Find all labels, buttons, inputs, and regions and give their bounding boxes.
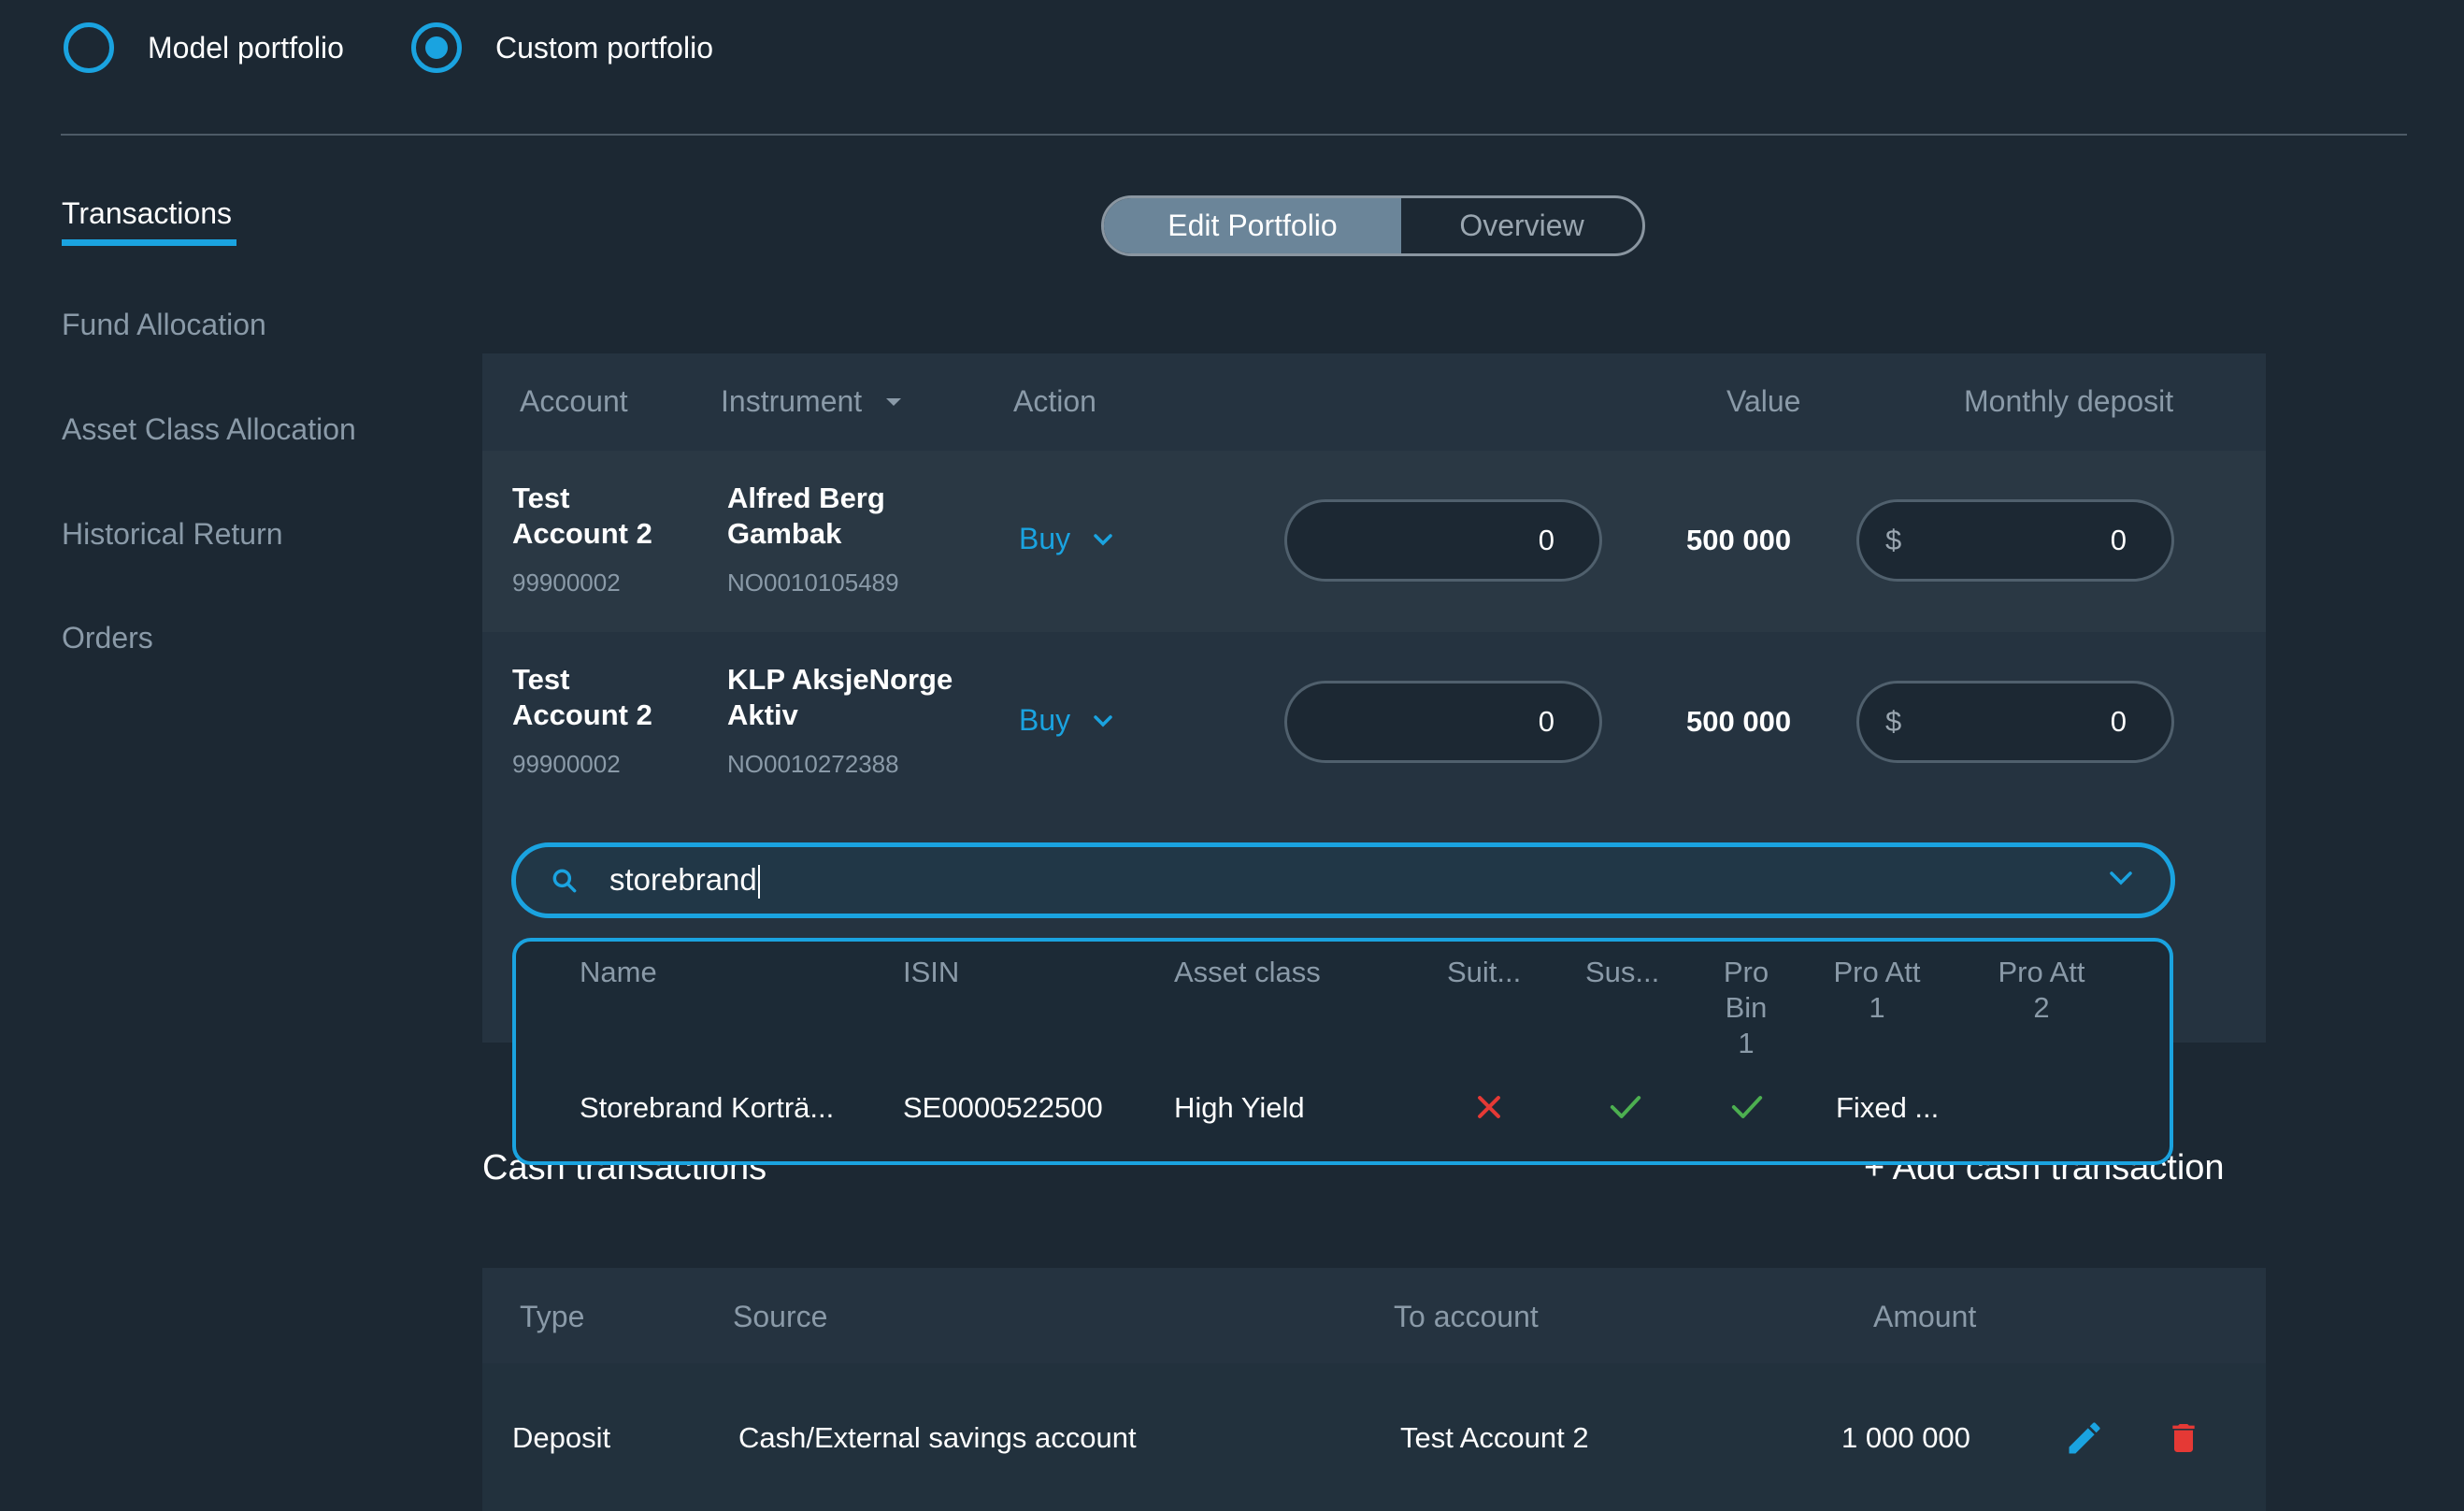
sort-caret-icon	[886, 397, 902, 406]
cash-type: Deposit	[512, 1421, 611, 1454]
column-header-account: Account	[520, 384, 628, 418]
instrument-name-line: Alfred Berg	[727, 482, 885, 514]
instrument-isin: NO0010272388	[727, 750, 899, 778]
search-query: storebrand	[609, 862, 760, 899]
divider	[61, 134, 2407, 136]
monthly-deposit-value: 0	[2110, 705, 2127, 738]
chevron-down-icon	[1094, 533, 1112, 545]
instrument-name-line: Gambak	[727, 517, 842, 550]
results-header-isin: ISIN	[903, 956, 960, 988]
column-header-monthly-deposit: Monthly deposit	[1964, 384, 2174, 418]
account-name: Test Account 2	[512, 662, 652, 733]
amount-input-value: 0	[1538, 524, 1554, 556]
tab-edit-portfolio[interactable]: Edit Portfolio	[1104, 198, 1401, 253]
results-header-asset-class: Asset class	[1174, 956, 1321, 988]
action-select-value: Buy	[1019, 703, 1071, 737]
check-icon	[1610, 1096, 1641, 1118]
cash-amount: 1 000 000	[1841, 1421, 1970, 1454]
chevron-down-icon[interactable]	[2109, 870, 2133, 886]
text-caret	[757, 865, 760, 899]
results-header-pro-att-1: Pro Att 1	[1812, 955, 1942, 1026]
chevron-down-icon	[1094, 714, 1112, 727]
currency-symbol: $	[1885, 524, 1902, 556]
column-header-type: Type	[520, 1300, 585, 1333]
radio-unchecked-icon	[64, 22, 114, 73]
trash-icon	[2172, 1424, 2195, 1452]
results-header-suitability: Suit...	[1447, 956, 1522, 988]
result-pro-att-1: Fixed ...	[1836, 1091, 1940, 1124]
instrument-name-line: KLP AksjeNorge	[727, 663, 953, 696]
account-number: 99900002	[512, 750, 621, 778]
header-line: 1	[1738, 1027, 1755, 1059]
holding-value: 500 000	[1686, 705, 1792, 738]
header-line: 2	[2033, 991, 2050, 1024]
column-header-action: Action	[1013, 384, 1096, 418]
nav-item-fund-allocation[interactable]: Fund Allocation	[62, 308, 266, 342]
nav-item-historical-return[interactable]: Historical Return	[62, 517, 283, 552]
radio-label: Custom portfolio	[495, 30, 713, 65]
column-header-instrument[interactable]: Instrument	[721, 384, 903, 419]
result-name: Storebrand Korträ...	[580, 1091, 835, 1124]
header-line: Pro Att	[1998, 956, 2085, 988]
search-icon	[552, 869, 577, 893]
results-header-sustainability: Sus...	[1585, 956, 1660, 988]
account-name-line: Test	[512, 663, 570, 696]
search-result-row[interactable]: Storebrand Korträ... SE0000522500 High Y…	[516, 1061, 2170, 1155]
action-select[interactable]: Buy	[1019, 522, 1113, 556]
delete-button[interactable]	[2165, 1417, 2202, 1463]
result-asset-class: High Yield	[1174, 1091, 1305, 1124]
instrument-name: KLP AksjeNorge Aktiv	[727, 662, 953, 733]
column-header-to-account: To account	[1394, 1300, 1539, 1333]
amount-input[interactable]: 0	[1284, 681, 1602, 763]
action-select-value: Buy	[1019, 522, 1071, 555]
account-name-line: Test	[512, 482, 570, 514]
header-line: Pro	[1723, 956, 1769, 988]
instrument-search-input[interactable]: storebrand	[511, 842, 2175, 918]
nav-item-asset-class-allocation[interactable]: Asset Class Allocation	[62, 412, 356, 447]
radio-label: Model portfolio	[148, 30, 344, 65]
action-select[interactable]: Buy	[1019, 703, 1113, 738]
edit-button[interactable]	[2064, 1417, 2105, 1463]
column-header-label: Instrument	[721, 384, 863, 418]
holding-value: 500 000	[1686, 524, 1792, 556]
check-icon	[1731, 1096, 1763, 1118]
result-isin: SE0000522500	[903, 1091, 1103, 1124]
instrument-name: Alfred Berg Gambak	[727, 481, 885, 552]
results-header-pro-att-2: Pro Att 2	[1976, 955, 2107, 1026]
results-header-pro-bin-1: Pro Bin 1	[1699, 955, 1793, 1061]
header-line: 1	[1869, 991, 1885, 1024]
account-name-line: Account 2	[512, 698, 652, 731]
results-header-name: Name	[580, 956, 657, 988]
active-nav-indicator	[62, 239, 236, 246]
tab-overview[interactable]: Overview	[1401, 198, 1642, 253]
account-number: 99900002	[512, 568, 621, 597]
column-header-amount: Amount	[1873, 1300, 1977, 1333]
search-results-dropdown: Name ISIN Asset class Suit... Sus... Pro…	[512, 938, 2173, 1165]
header-line: Bin	[1725, 991, 1768, 1024]
radio-custom-portfolio[interactable]: Custom portfolio	[411, 22, 713, 73]
monthly-deposit-input[interactable]: $ 0	[1856, 499, 2174, 582]
cross-icon	[1478, 1096, 1500, 1118]
nav-item-transactions[interactable]: Transactions	[62, 196, 232, 231]
monthly-deposit-input[interactable]: $ 0	[1856, 681, 2174, 763]
column-header-source: Source	[733, 1300, 828, 1333]
amount-input[interactable]: 0	[1284, 499, 1602, 582]
cash-to-account: Test Account 2	[1400, 1421, 1589, 1454]
radio-model-portfolio[interactable]: Model portfolio	[64, 22, 344, 73]
radio-checked-icon	[411, 22, 462, 73]
column-header-value: Value	[1726, 384, 1801, 418]
search-query-text: storebrand	[609, 861, 757, 897]
nav-item-orders[interactable]: Orders	[62, 621, 153, 655]
monthly-deposit-value: 0	[2110, 524, 2127, 556]
account-name-line: Account 2	[512, 517, 652, 550]
header-line: Pro Att	[1833, 956, 1921, 988]
amount-input-value: 0	[1538, 705, 1554, 738]
instrument-isin: NO0010105489	[727, 568, 899, 597]
account-name: Test Account 2	[512, 481, 652, 552]
cash-source: Cash/External savings account	[738, 1421, 1137, 1454]
pencil-icon	[2069, 1422, 2100, 1454]
instrument-name-line: Aktiv	[727, 698, 798, 731]
view-toggle: Edit Portfolio Overview	[1101, 195, 1645, 256]
currency-symbol: $	[1885, 705, 1902, 738]
